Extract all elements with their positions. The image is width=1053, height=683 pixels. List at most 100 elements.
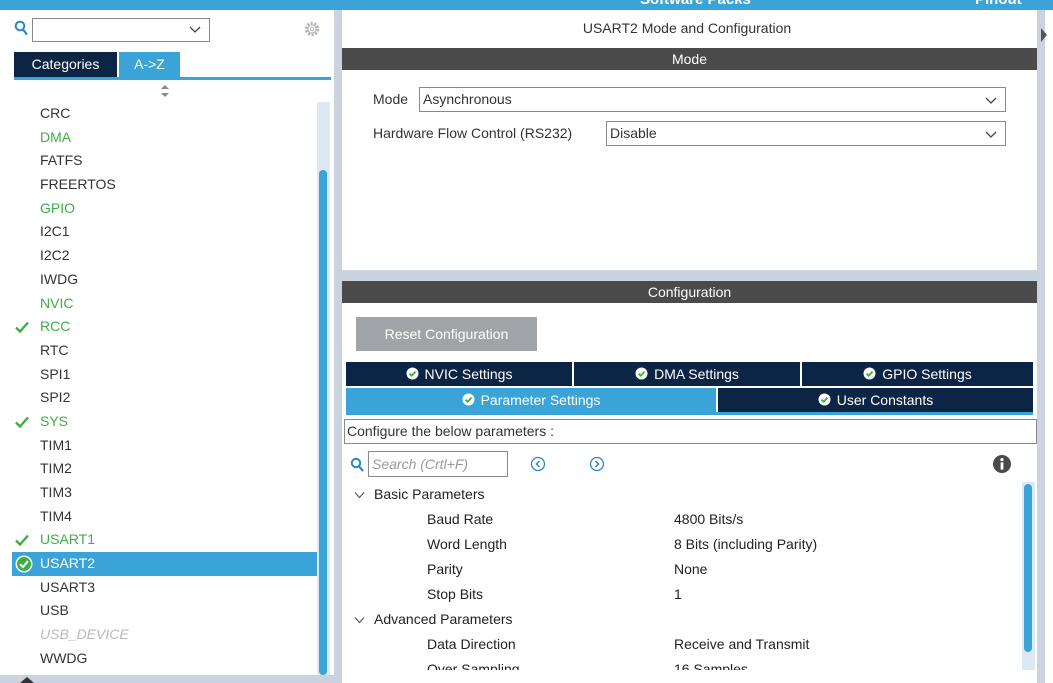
stm32cubemx-window: Software Packs Pinout Categories: [0, 0, 1053, 683]
flow-control-value: Disable: [610, 125, 657, 141]
parameter-tree: Basic Parameters Baud Rate 4800 Bits/s Word…: [350, 482, 1010, 670]
sidebar-item-label: GPIO: [40, 199, 76, 216]
tab-nvic-label: NVIC Settings: [424, 366, 513, 382]
panel-divider[interactable]: [334, 10, 342, 683]
parameter-row[interactable]: Over Sampling 16 Samples: [350, 657, 1010, 670]
reset-configuration-button[interactable]: Reset Configuration: [356, 317, 537, 351]
parameter-name: Stop Bits: [427, 586, 484, 602]
sidebar-item-tim1[interactable]: TIM1: [14, 434, 320, 458]
sidebar-item-label: SYS: [40, 412, 69, 429]
sidebar-item-spi1[interactable]: SPI1: [14, 363, 320, 387]
info-icon[interactable]: [992, 454, 1012, 474]
checkmark-icon: [15, 535, 29, 547]
check-circle-icon: [15, 555, 33, 573]
component-list: CRC DMA FATFS FREERTOS GPIO I2C1 I2C2 IWDG NVIC R…: [12, 102, 320, 671]
sidebar-item-tim2[interactable]: TIM2: [14, 457, 320, 481]
chevron-down-icon[interactable]: [354, 616, 365, 624]
sidebar-item-i2c2[interactable]: I2C2: [14, 244, 320, 268]
parameter-value[interactable]: 1: [674, 582, 682, 607]
parameter-value[interactable]: 16 Samples: [674, 657, 748, 670]
sidebar-item-label: WWDG: [40, 649, 88, 666]
sidebar-item-usart2[interactable]: USART2: [12, 552, 318, 576]
sidebar-item-label: NVIC: [40, 294, 74, 311]
sort-arrows-icon[interactable]: [160, 84, 170, 98]
sidebar-item-usart3[interactable]: USART3: [14, 576, 320, 600]
sidebar-item-label: TIM3: [40, 484, 72, 500]
pinout-menu[interactable]: Pinout: [975, 0, 1022, 8]
software-packs-menu[interactable]: Software Packs: [640, 0, 751, 8]
component-sidebar: Categories A->Z CRC DMA FATFS FREERTOS GPIO I…: [0, 10, 334, 683]
prev-arrow-icon[interactable]: [530, 456, 546, 472]
mode-select-value: Asynchronous: [423, 91, 512, 107]
parameter-name: Data Direction: [427, 636, 516, 652]
sidebar-item-tim3[interactable]: TIM3: [14, 481, 320, 505]
sidebar-item-iwdg[interactable]: IWDG: [14, 268, 320, 292]
sidebar-item-rtc[interactable]: RTC: [14, 339, 320, 363]
parameter-value[interactable]: Receive and Transmit: [674, 632, 809, 657]
expand-arrow-icon[interactable]: [1041, 28, 1047, 42]
section-splitter[interactable]: [342, 270, 1045, 281]
chevron-down-icon[interactable]: [354, 491, 365, 499]
sidebar-item-label: FATFS: [40, 152, 83, 169]
component-search-combobox[interactable]: [32, 18, 210, 42]
parameter-name: Over Sampling: [427, 661, 520, 670]
parameter-name: Baud Rate: [427, 511, 494, 527]
parameter-group[interactable]: Advanced Parameters: [350, 607, 1010, 632]
sidebar-item-i2c1[interactable]: I2C1: [14, 220, 320, 244]
tab-gpio-settings[interactable]: GPIO Settings: [802, 362, 1033, 386]
parameter-row[interactable]: Data Direction Receive and Transmit: [350, 632, 1010, 657]
sidebar-item-tim4[interactable]: TIM4: [14, 505, 320, 529]
sidebar-item-rcc[interactable]: RCC: [14, 315, 320, 339]
tab-a-to-z[interactable]: A->Z: [119, 52, 180, 77]
tab-parameter-settings[interactable]: Parameter Settings: [346, 388, 716, 412]
sidebar-item-spi2[interactable]: SPI2: [14, 386, 320, 410]
parameter-search-input[interactable]: Search (Crtl+F): [368, 451, 508, 477]
tab-parameter-label: Parameter Settings: [480, 392, 601, 408]
sidebar-item-freertos[interactable]: FREERTOS: [14, 173, 320, 197]
sidebar-item-fatfs[interactable]: FATFS: [14, 149, 320, 173]
mode-select[interactable]: Asynchronous: [419, 87, 1006, 112]
parameter-value[interactable]: 8 Bits (including Parity): [674, 532, 817, 557]
sidebar-item-usb-device[interactable]: USB_DEVICE: [14, 623, 320, 647]
parameter-group[interactable]: Basic Parameters: [350, 482, 1010, 507]
sidebar-item-label: I2C1: [40, 223, 70, 240]
tab-user-constants[interactable]: User Constants: [718, 388, 1033, 412]
check-circle-icon: [462, 393, 475, 406]
parameter-row[interactable]: Word Length 8 Bits (including Parity): [350, 532, 1010, 557]
chevron-down-icon: [985, 97, 997, 104]
parameter-scrollbar-thumb[interactable]: [1024, 484, 1032, 652]
sidebar-item-sys[interactable]: SYS: [14, 410, 320, 434]
sidebar-item-label: SPI1: [40, 365, 71, 382]
search-icon: [14, 20, 28, 36]
sidebar-item-label: I2C2: [40, 247, 70, 264]
sidebar-item-label: USART3: [40, 578, 95, 595]
parameter-row[interactable]: Parity None: [350, 557, 1010, 582]
mode-section-header: Mode: [342, 48, 1037, 70]
sidebar-item-crc[interactable]: CRC: [14, 102, 320, 126]
gear-icon[interactable]: [303, 20, 321, 38]
panel-title: USART2 Mode and Configuration: [582, 20, 792, 36]
sidebar-item-usb[interactable]: USB: [14, 599, 320, 623]
tab-nvic-settings[interactable]: NVIC Settings: [346, 362, 572, 386]
sidebar-item-usart1[interactable]: USART1: [14, 528, 320, 552]
checkmark-icon: [15, 416, 29, 429]
sidebar-item-label: DMA: [40, 128, 72, 145]
sidebar-item-nvic[interactable]: NVIC: [14, 292, 320, 316]
sidebar-item-label: USB_DEVICE: [40, 626, 129, 643]
collapse-up-icon[interactable]: [20, 677, 34, 683]
sidebar-scrollbar-thumb[interactable]: [319, 170, 327, 675]
parameter-value[interactable]: 4800 Bits/s: [674, 507, 743, 532]
tab-categories[interactable]: Categories: [14, 52, 117, 77]
parameter-row[interactable]: Baud Rate 4800 Bits/s: [350, 507, 1010, 532]
sidebar-item-wwdg[interactable]: WWDG: [14, 647, 320, 671]
sidebar-item-gpio[interactable]: GPIO: [14, 197, 320, 221]
parameter-row[interactable]: Stop Bits 1: [350, 582, 1010, 607]
next-arrow-icon[interactable]: [589, 456, 605, 472]
sidebar-item-label: USART2: [40, 555, 95, 572]
sidebar-item-dma[interactable]: DMA: [14, 126, 320, 150]
tab-dma-settings[interactable]: DMA Settings: [574, 362, 800, 386]
parameter-tree-viewport: Basic Parameters Baud Rate 4800 Bits/s Word…: [342, 482, 1022, 670]
parameter-value[interactable]: None: [674, 557, 707, 582]
flow-control-select[interactable]: Disable: [606, 121, 1006, 146]
sidebar-item-label: USB: [40, 602, 69, 619]
